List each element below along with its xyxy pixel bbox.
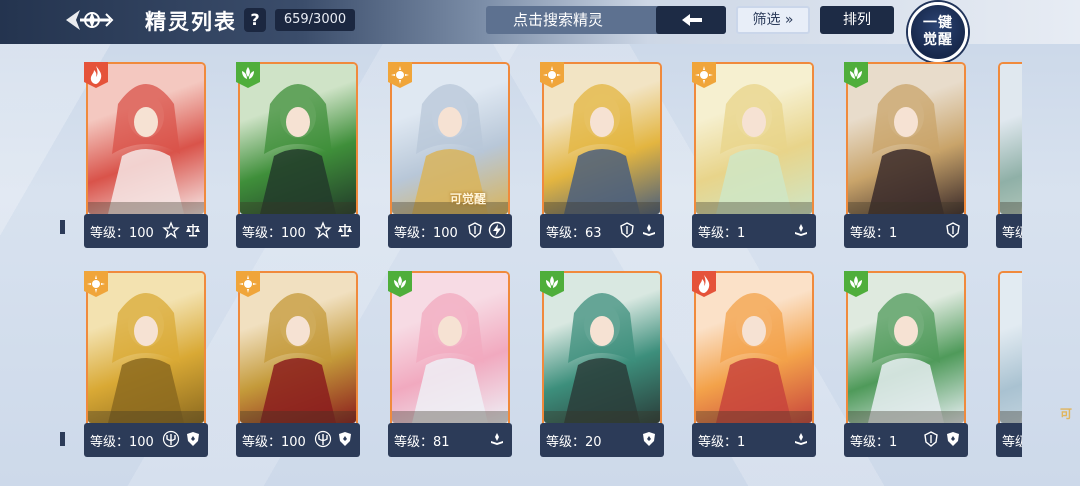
search-back-button[interactable] (656, 6, 726, 34)
spirit-card[interactable]: 等级：1 (844, 62, 968, 248)
spirit-card[interactable]: 等级：1 (996, 62, 1022, 248)
light-element-icon (692, 62, 716, 88)
spirit-card[interactable]: 等级：1 (692, 271, 816, 457)
spirit-card[interactable]: 等级：1 (692, 62, 816, 248)
wood-element-icon (844, 62, 868, 88)
spirit-card[interactable]: 等级：100 (84, 271, 208, 457)
card-footer: 等级：100 (236, 423, 360, 457)
spirit-card[interactable]: 等级：100 (236, 62, 360, 248)
wood-element-icon (844, 271, 868, 297)
shield-crest-icon (620, 222, 634, 238)
spirit-level: 等级：1 (1002, 435, 1022, 450)
card-footer: 等级：100 (388, 214, 512, 248)
awakenable-tag: 可觉醒 (450, 192, 487, 206)
scale-icon (186, 224, 200, 237)
shield-crest-icon (924, 431, 938, 447)
spirit-level: 等级：100 (242, 226, 306, 241)
spirit-count: 659/3000 (275, 9, 355, 31)
spirit-level: 等级：1 (1002, 226, 1022, 241)
card-footer: 等级：100 (236, 214, 360, 248)
sort-button[interactable]: 排列 (820, 6, 894, 34)
wood-element-icon (540, 271, 564, 297)
class-star-icon (314, 221, 332, 239)
spirit-card[interactable]: 等级：63 (540, 62, 664, 248)
book-icon (643, 224, 655, 236)
spirit-level: 等级：1 (698, 435, 746, 450)
spirit-level: 等级：1 (850, 435, 898, 450)
book-icon (795, 433, 807, 445)
card-footer: 等级：1 (844, 423, 968, 457)
awaken-line2: 觉醒 (923, 32, 953, 48)
spirit-level: 等级：81 (394, 435, 450, 450)
spirit-level: 等级：1 (850, 226, 898, 241)
side-peek-label: 可 (1060, 407, 1073, 421)
card-footer: 等级：1 (692, 214, 816, 248)
card-footer: 等级：100 (84, 423, 208, 457)
book-icon (491, 433, 503, 445)
spirit-card[interactable]: 等级：100 (236, 271, 360, 457)
awaken-line1: 一键 (923, 15, 953, 31)
wood-element-icon (236, 62, 260, 88)
spirit-level: 等级：1 (698, 226, 746, 241)
shield-crest-icon (946, 222, 960, 238)
search-bar: 点击搜索精灵 (486, 6, 726, 34)
spirit-level: 等级：100 (90, 435, 154, 450)
light-element-icon (388, 62, 412, 88)
heart-shield-icon (187, 432, 199, 446)
spirit-level: 等级：20 (546, 435, 602, 450)
spirit-level: 等级：100 (242, 435, 306, 450)
card-footer: 等级：81 (388, 423, 512, 457)
spirit-card[interactable]: 等级：81 (388, 271, 512, 457)
card-footer: 等级：1 (996, 423, 1022, 457)
light-element-icon (84, 271, 108, 297)
heart-shield-icon (643, 432, 655, 446)
card-footer: 等级：100 (84, 214, 208, 248)
card-footer: 等级：1 (692, 423, 816, 457)
shield-crest-icon (468, 222, 482, 238)
portrait-art (1000, 202, 1022, 214)
heart-shield-icon (339, 432, 351, 446)
trident-icon (314, 430, 332, 448)
card-footer: 等级：20 (540, 423, 664, 457)
search-input[interactable]: 点击搜索精灵 (486, 6, 656, 34)
lightning-icon (488, 221, 506, 239)
spirit-level: 等级：63 (546, 226, 602, 241)
spirit-card[interactable]: 等级：1 (996, 271, 1022, 457)
back-emblem-icon[interactable] (62, 4, 116, 36)
fire-element-icon (692, 271, 716, 297)
card-footer: 等级：1 (996, 214, 1022, 248)
trident-icon (162, 430, 180, 448)
scroll-edge-mark (60, 220, 65, 234)
one-click-awaken-button[interactable]: 一键 觉醒 (908, 2, 968, 62)
book-icon (795, 224, 807, 236)
light-element-icon (540, 62, 564, 88)
scale-icon (338, 224, 352, 237)
scroll-edge-mark (60, 432, 65, 446)
spirit-level: 等级：100 (90, 226, 154, 241)
card-footer: 等级：1 (844, 214, 968, 248)
spirit-card[interactable]: 等级：100 (84, 62, 208, 248)
wood-element-icon (388, 271, 412, 297)
page-title: 精灵列表 (145, 10, 237, 34)
help-button[interactable]: ? (244, 8, 266, 32)
heart-shield-icon (947, 432, 959, 446)
light-element-icon (236, 271, 260, 297)
spirit-level: 等级：100 (394, 226, 458, 241)
class-star-icon (162, 221, 180, 239)
spirit-portrait (1000, 64, 1022, 214)
spirit-card[interactable]: 等级：20 (540, 271, 664, 457)
spirit-card[interactable]: 可觉醒 等级：100 (388, 62, 512, 248)
filter-button[interactable]: 筛选 » (736, 6, 810, 34)
arrow-left-icon (682, 14, 702, 26)
spirit-portrait (1000, 273, 1022, 423)
portrait-art (1000, 411, 1022, 423)
fire-element-icon (84, 62, 108, 88)
spirit-card[interactable]: 等级：1 (844, 271, 968, 457)
card-footer: 等级：63 (540, 214, 664, 248)
